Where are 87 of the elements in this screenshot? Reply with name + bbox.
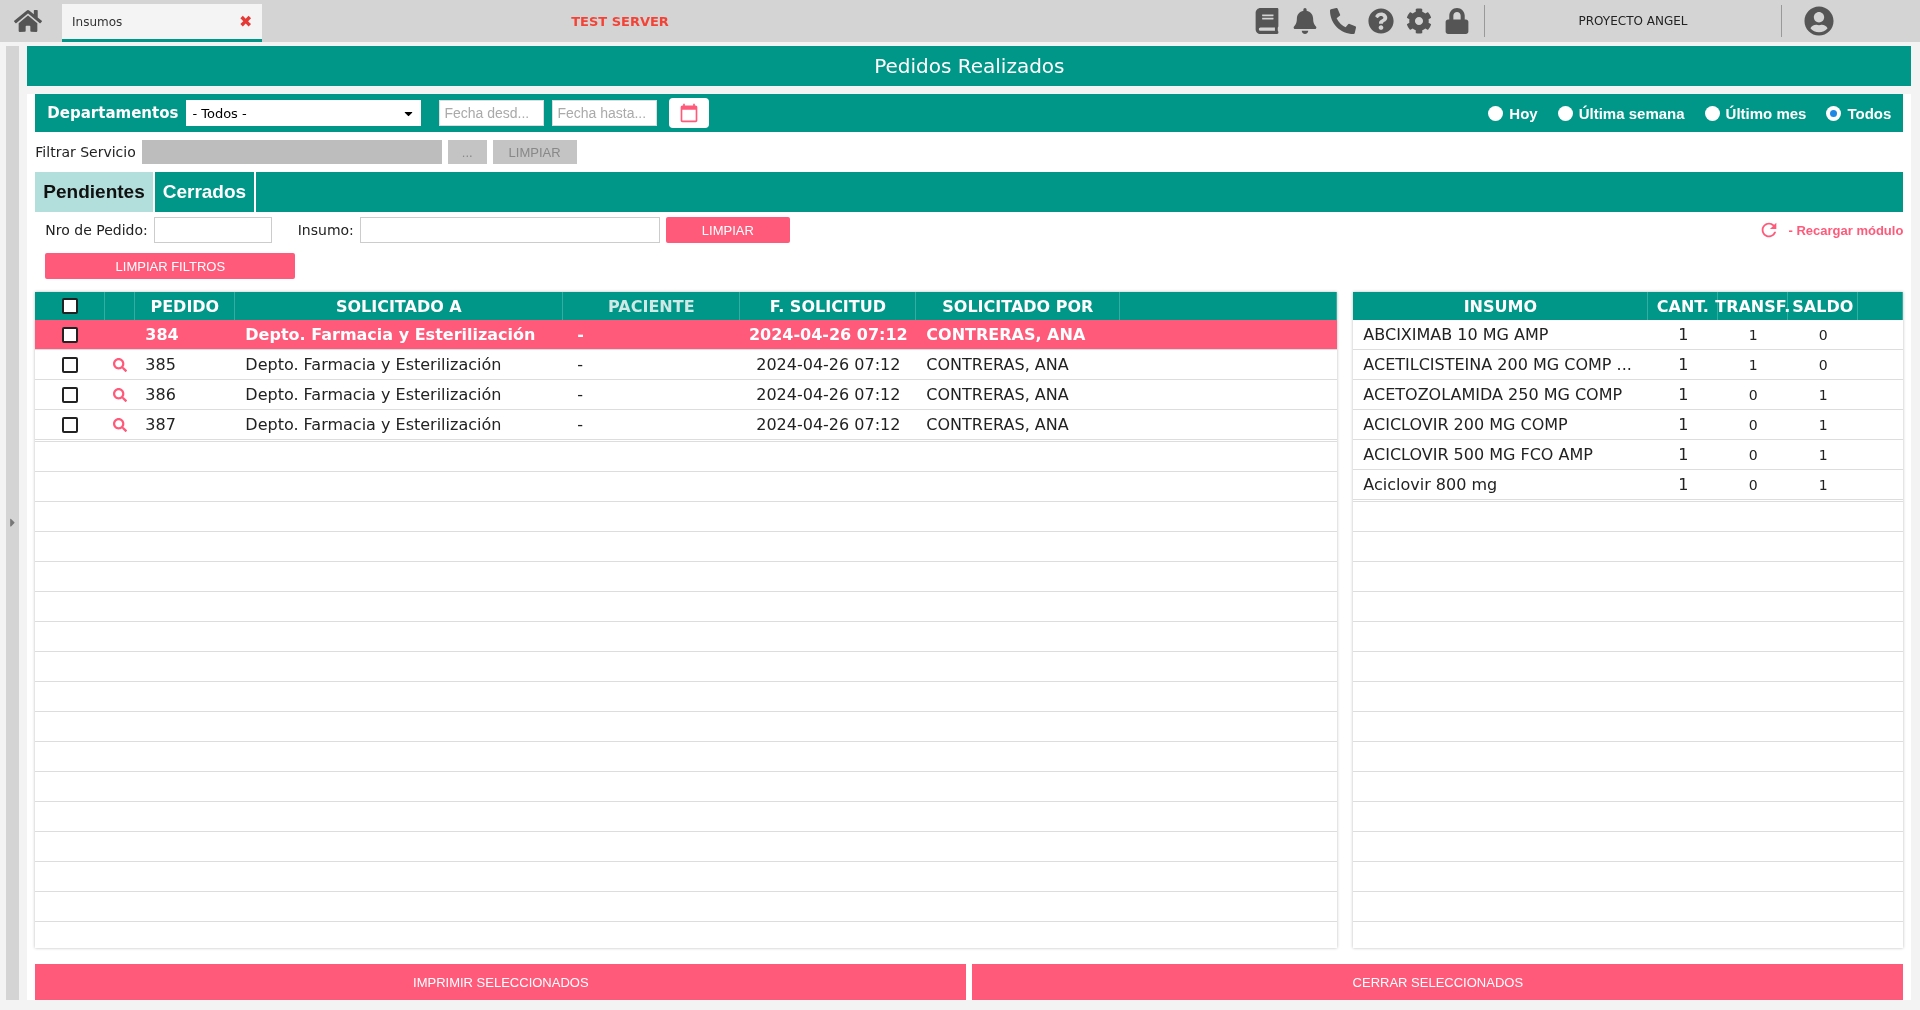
insumo-field[interactable]: [359, 217, 660, 243]
pedido-field[interactable]: [153, 217, 272, 243]
table-cell-text: 1: [1747, 355, 1759, 375]
table-cell-text: 1: [1677, 324, 1690, 346]
table-cell-text: 0: [1817, 325, 1829, 345]
search-icon[interactable]: [113, 417, 128, 432]
calendar-button[interactable]: [669, 98, 710, 128]
clear-filters-button[interactable]: LIMPIAR FILTROS: [45, 253, 296, 279]
sidebar-toggle[interactable]: [6, 46, 20, 1000]
table-cell-text: -: [576, 384, 585, 406]
reload-link[interactable]: - Recargar módulo: [1758, 219, 1904, 241]
module-tab[interactable]: Insumos ✖: [62, 4, 262, 42]
table-cell-text: ACETOZOLAMIDA 250 MG COMP: [1362, 384, 1624, 406]
table-cell-text: 1: [1677, 474, 1690, 496]
date-to-field[interactable]: Fecha hasta...: [552, 100, 658, 126]
period-radio[interactable]: Hoy: [1488, 104, 1538, 122]
row-checkbox[interactable]: [62, 386, 79, 403]
order-row[interactable]: 385 Depto. Farmacia y Esterilización - 2024-04-26 07:12 CONTRERAS, ANA: [35, 350, 1338, 380]
table-cell-text: 386: [144, 384, 177, 406]
table-cell-text: 0: [1817, 355, 1829, 375]
table-cell-text: ACICLOVIR 500 MG FCO AMP: [1362, 444, 1594, 466]
table-cell-text: 2024-04-26 07:12: [747, 324, 909, 346]
table-cell-text: 1: [1817, 415, 1829, 435]
browse-button[interactable]: ...: [447, 140, 487, 164]
departamentos-label: Departamentos: [47, 104, 179, 122]
row-checkbox[interactable]: [62, 356, 79, 373]
table-cell-text: 1: [1677, 444, 1690, 466]
search-icon[interactable]: [113, 387, 128, 402]
table-cell-text: 2024-04-26 07:12: [755, 354, 902, 376]
action-button[interactable]: IMPRIMIR SELECCIONADOS: [35, 964, 967, 1000]
table-cell-text: Depto. Farmacia y Esterilización: [244, 384, 503, 406]
row-checkbox[interactable]: [62, 416, 79, 433]
page-title: Pedidos Realizados: [27, 46, 1912, 86]
table-cell-text: 1: [1817, 445, 1829, 465]
period-radio[interactable]: Última semana: [1557, 104, 1685, 122]
order-row[interactable]: 387 Depto. Farmacia y Esterilización - 2024-04-26 07:12 CONTRERAS, ANA: [35, 410, 1338, 440]
table-cell-text: 1: [1677, 384, 1690, 406]
project-name: PROYECTO ANGEL: [1577, 14, 1689, 28]
table-cell-text: 0: [1747, 415, 1759, 435]
pedido-label: Nro de Pedido:: [45, 222, 148, 238]
period-radio[interactable]: Último mes: [1704, 104, 1807, 122]
tab-label[interactable]: Insumos: [72, 14, 123, 29]
tab[interactable]: Pendientes: [35, 172, 155, 212]
table-cell-text: 387: [144, 414, 177, 436]
table-cell-text: 385: [144, 354, 177, 376]
servicio-label: Filtrar Servicio: [35, 144, 136, 160]
row-checkbox[interactable]: [62, 326, 79, 343]
table-cell-text: -: [576, 354, 585, 376]
table-cell-text: 2024-04-26 07:12: [755, 384, 902, 406]
search-icon[interactable]: [113, 357, 128, 372]
table-cell-text: 0: [1747, 475, 1759, 495]
table-cell-text: CONTRERAS, ANA: [925, 324, 1087, 346]
table-cell-text: Depto. Farmacia y Esterilización: [244, 414, 503, 436]
table-cell-text: 0: [1747, 445, 1759, 465]
table-cell-text: Aciclovir 800 mg: [1362, 474, 1499, 496]
insumo-label: Insumo:: [297, 222, 354, 238]
table-cell-text: Depto. Farmacia y Esterilización: [244, 324, 537, 346]
table-cell-text: 2024-04-26 07:12: [755, 414, 902, 436]
table-cell-text: 1: [1747, 325, 1759, 345]
table-cell-text: -: [576, 414, 585, 436]
table-cell-text: CONTRERAS, ANA: [925, 384, 1070, 406]
table-cell-text: 384: [144, 324, 180, 346]
table-cell-text: 1: [1677, 354, 1690, 376]
order-row[interactable]: 386 Depto. Farmacia y Esterilización - 2024-04-26 07:12 CONTRERAS, ANA: [35, 380, 1338, 410]
table-cell-text: 1: [1817, 475, 1829, 495]
server-label: TEST SERVER: [570, 13, 670, 29]
table-cell-text: 1: [1817, 385, 1829, 405]
table-cell-text: -: [576, 324, 585, 346]
table-cell-text: CONTRERAS, ANA: [925, 414, 1070, 436]
clear-button[interactable]: LIMPIAR: [665, 217, 790, 243]
order-row[interactable]: 384 Depto. Farmacia y Esterilización - 2024-04-26 07:12 CONTRERAS, ANA: [35, 320, 1338, 350]
action-button[interactable]: CERRAR SELECCIONADOS: [972, 964, 1904, 1000]
table-cell-text: Depto. Farmacia y Esterilización: [244, 354, 503, 376]
select-all-checkbox[interactable]: [61, 298, 78, 314]
servicio-field[interactable]: [141, 140, 442, 164]
table-cell-text: 1: [1677, 414, 1690, 436]
calendar-icon: [679, 103, 700, 123]
clear-button[interactable]: LIMPIAR: [492, 140, 577, 164]
date-from-field[interactable]: Fecha desd...: [439, 100, 545, 126]
table-cell-text: ABCIXIMAB 10 MG AMP: [1362, 324, 1550, 346]
table-cell-text: ACICLOVIR 200 MG COMP: [1362, 414, 1569, 436]
period-radio[interactable]: Todos: [1826, 104, 1892, 122]
departamento-select[interactable]: - Todos -: [186, 100, 422, 126]
table-cell-text: ACETILCISTEINA 200 MG COMP ...: [1362, 354, 1633, 376]
table-cell-text: 0: [1747, 385, 1759, 405]
table-cell-text: CONTRERAS, ANA: [925, 354, 1070, 376]
close-button[interactable]: ✖: [239, 12, 252, 31]
